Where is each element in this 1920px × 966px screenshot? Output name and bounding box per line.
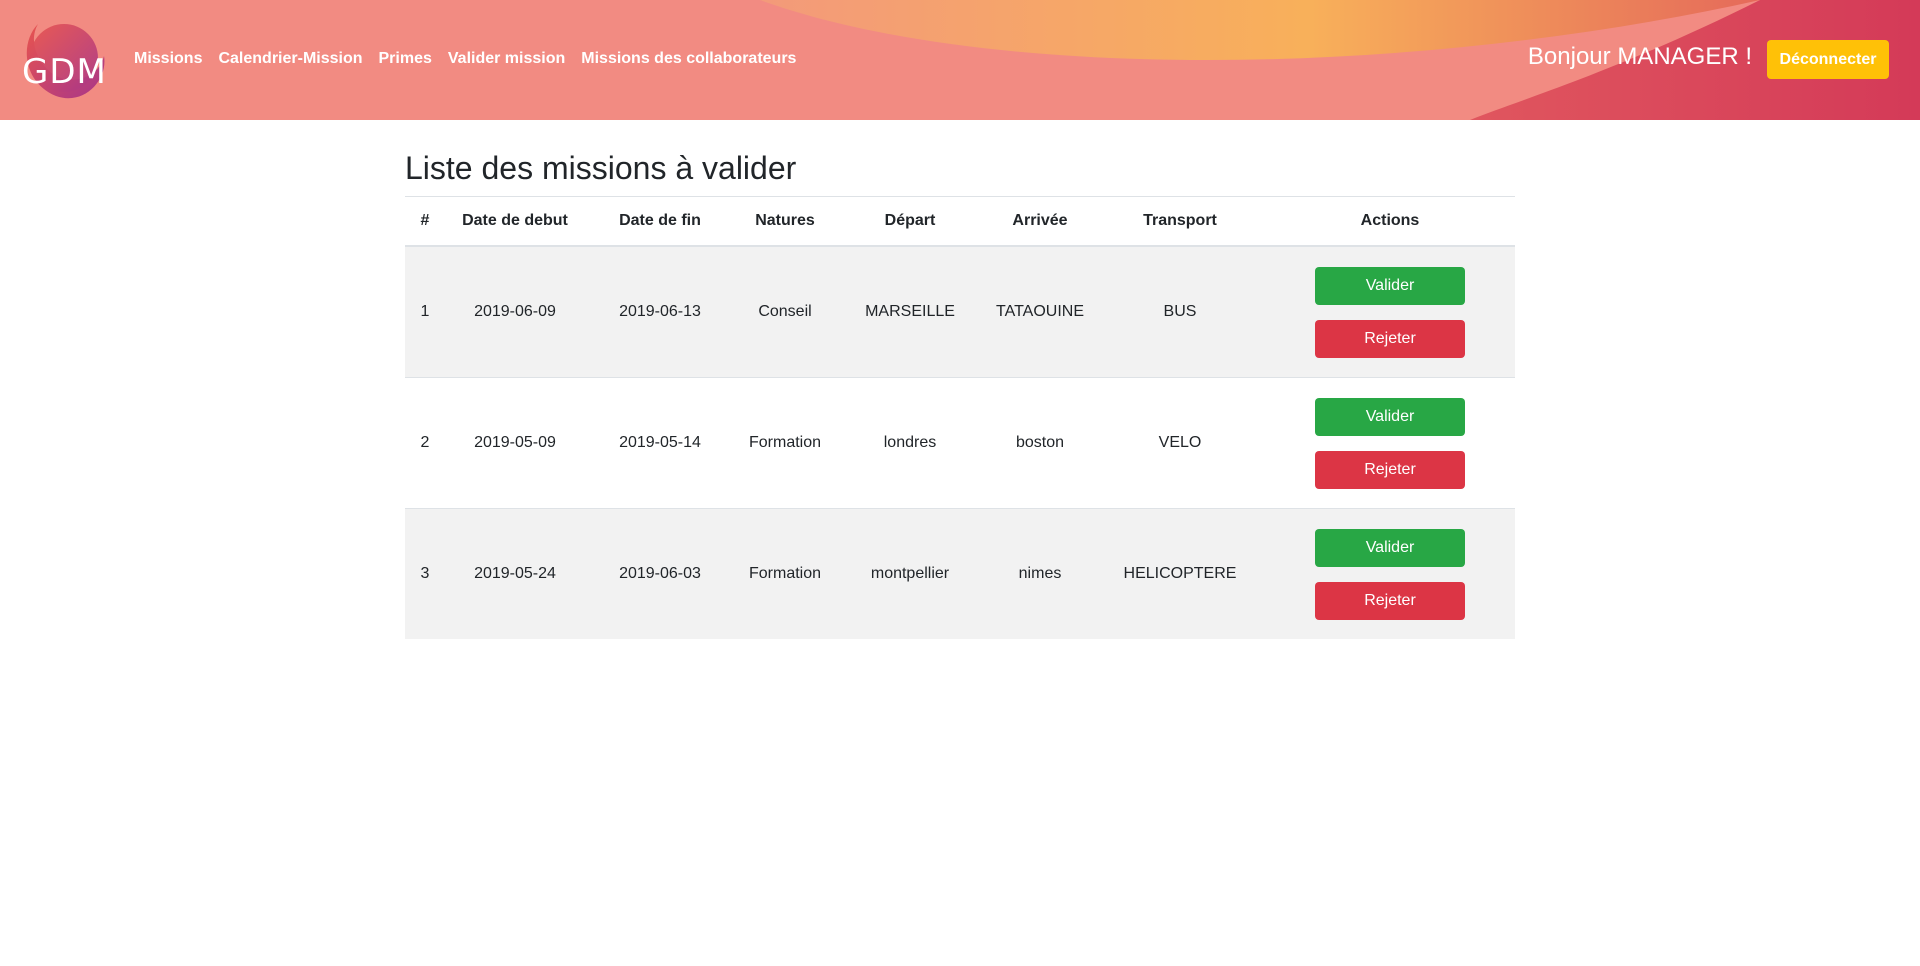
cell-arrivee: nimes [985,508,1095,639]
column-header-date-fin: Date de fin [585,196,735,247]
cell-arrivee: TATAOUINE [985,245,1095,378]
page-title: Liste des missions à valider [405,150,797,186]
missions-table: # Date de debut Date de fin Natures Dépa… [405,196,1515,639]
cell-nature: Formation [735,508,835,639]
column-header-transport: Transport [1095,196,1265,247]
logo-text: GDM [22,52,107,92]
cell-actions: Valider Rejeter [1265,245,1515,378]
cell-transport: HELICOPTERE [1095,508,1265,639]
cell-date-debut: 2019-05-24 [445,508,585,639]
nav-item-missions-collaborateurs[interactable]: Missions des collaborateurs [581,50,796,68]
cell-num: 2 [405,377,445,509]
cell-depart: montpellier [835,508,985,639]
cell-date-debut: 2019-06-09 [445,245,585,378]
valider-button[interactable]: Valider [1315,266,1465,305]
cell-actions: Valider Rejeter [1265,377,1515,509]
table-header-row: # Date de debut Date de fin Natures Dépa… [405,196,1515,247]
cell-date-fin: 2019-06-03 [585,508,735,639]
column-header-date-debut: Date de debut [445,196,585,247]
valider-button[interactable]: Valider [1315,528,1465,567]
cell-depart: MARSEILLE [835,245,985,378]
nav-item-valider-mission[interactable]: Valider mission [448,50,565,68]
cell-num: 3 [405,508,445,639]
nav-item-missions[interactable]: Missions [134,50,202,68]
cell-actions: Valider Rejeter [1265,508,1515,639]
column-header-depart: Départ [835,196,985,247]
app-header: GDM Missions Calendrier-Mission Primes V… [0,0,1920,120]
main-nav: Missions Calendrier-Mission Primes Valid… [134,50,796,68]
cell-arrivee: boston [985,377,1095,509]
cell-transport: BUS [1095,245,1265,378]
table-row: 1 2019-06-09 2019-06-13 Conseil MARSEILL… [405,245,1515,378]
cell-depart: londres [835,377,985,509]
column-header-num: # [405,196,445,247]
cell-num: 1 [405,245,445,378]
column-header-natures: Natures [735,196,835,247]
nav-item-primes[interactable]: Primes [379,50,432,68]
rejeter-button[interactable]: Rejeter [1315,319,1465,358]
rejeter-button[interactable]: Rejeter [1315,450,1465,489]
cell-nature: Formation [735,377,835,509]
main-content: Liste des missions à valider # Date de d… [405,148,1515,639]
table-row: 3 2019-05-24 2019-06-03 Formation montpe… [405,508,1515,639]
column-header-actions: Actions [1265,196,1515,247]
user-greeting: Bonjour MANAGER ! [1527,43,1752,70]
cell-transport: VELO [1095,377,1265,509]
cell-date-fin: 2019-05-14 [585,377,735,509]
cell-date-debut: 2019-05-09 [445,377,585,509]
nav-item-calendrier-mission[interactable]: Calendrier-Mission [218,50,362,68]
table-row: 2 2019-05-09 2019-05-14 Formation londre… [405,377,1515,509]
column-header-arrivee: Arrivée [985,196,1095,247]
rejeter-button[interactable]: Rejeter [1315,581,1465,620]
valider-button[interactable]: Valider [1315,397,1465,436]
cell-date-fin: 2019-06-13 [585,245,735,378]
cell-nature: Conseil [735,245,835,378]
logout-button[interactable]: Déconnecter [1767,40,1889,79]
